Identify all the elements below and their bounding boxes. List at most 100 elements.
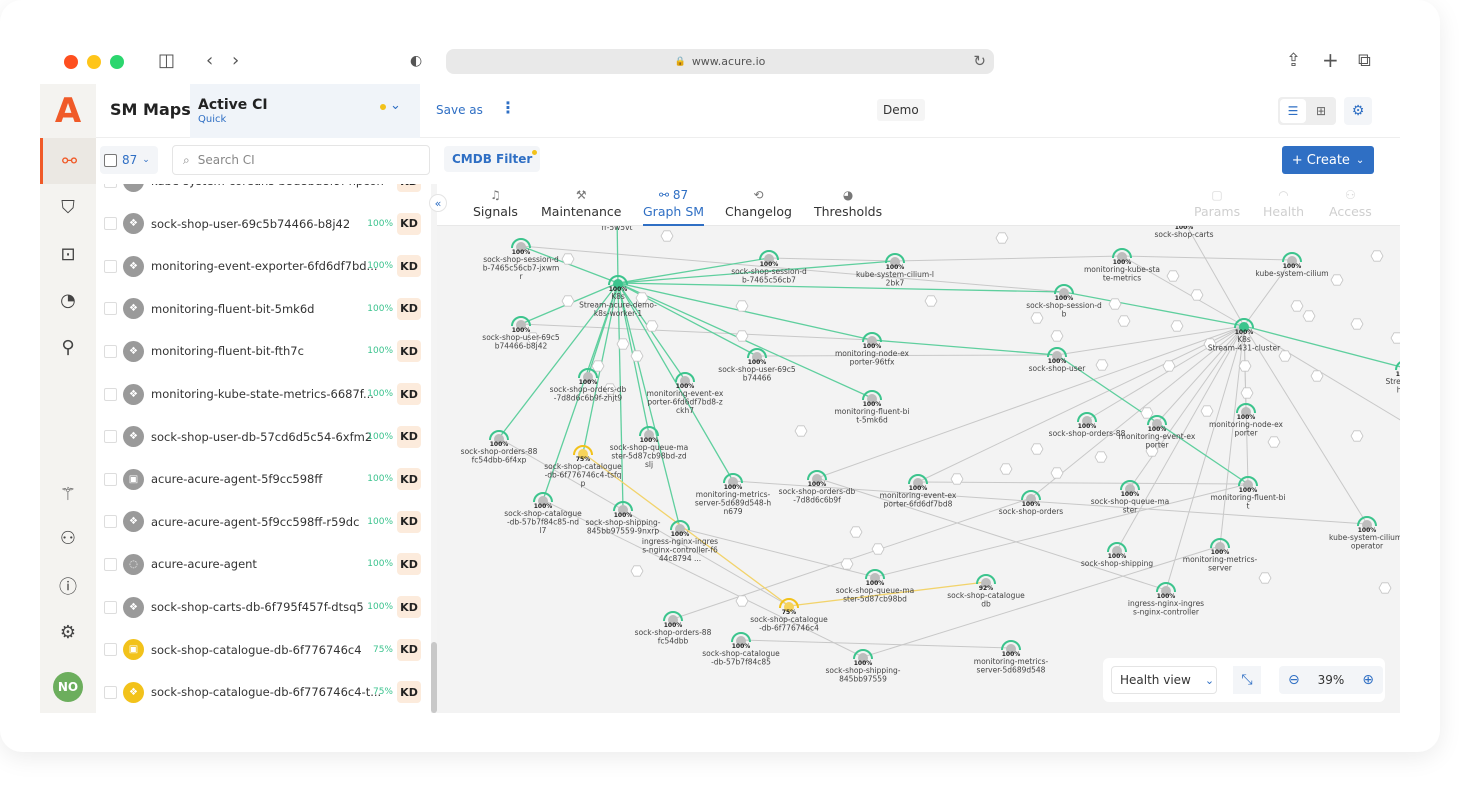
row-checkbox[interactable] xyxy=(104,259,117,273)
edge-junction-node[interactable] xyxy=(794,425,808,437)
graph-node[interactable]: 100%kube-system-cilium-l2bk7 xyxy=(856,253,934,288)
nav-funnel-icon[interactable]: ⛉ xyxy=(40,184,96,230)
edge-junction-node[interactable] xyxy=(840,558,854,570)
nav-signpost-icon[interactable]: ⚲ xyxy=(40,324,96,370)
row-checkbox[interactable] xyxy=(104,472,117,486)
edge-junction-node[interactable] xyxy=(1095,359,1109,371)
graph-node[interactable]: 100%sock-shop-orders-88fc54dbb-6f4xp xyxy=(461,430,538,465)
select-all-checkbox[interactable] xyxy=(104,153,117,167)
graph-node[interactable]: 100%K8sStream-431-cluster xyxy=(1208,318,1281,353)
edge-junction-node[interactable] xyxy=(1094,451,1108,463)
row-checkbox[interactable] xyxy=(104,600,117,614)
edge-junction-node[interactable] xyxy=(660,230,674,242)
edge-junction-node[interactable] xyxy=(1117,315,1131,327)
graph-node[interactable]: 75%sock-shop-catalogue-db-6f776746c4 xyxy=(750,598,828,633)
row-checkbox[interactable] xyxy=(104,387,117,401)
address-bar[interactable]: 🔒 www.acure.io ↻ xyxy=(446,49,994,74)
edge-junction-node[interactable] xyxy=(561,295,575,307)
tabs-overview-icon[interactable]: ⧉ xyxy=(1358,50,1371,71)
tab-maintenance[interactable]: ⚒ Maintenance xyxy=(541,188,622,219)
edge-junction-node[interactable] xyxy=(1200,405,1214,417)
edge-junction-node[interactable] xyxy=(1290,300,1304,312)
nav-dashboard-icon[interactable]: ⊡ xyxy=(40,231,96,277)
new-tab-icon[interactable]: + xyxy=(1322,48,1339,72)
ci-list-item[interactable]: ❖ sock-shop-user-69c5b74466-b8j42 100% KD xyxy=(96,203,431,245)
tab-changelog[interactable]: ⟲ Changelog xyxy=(725,188,792,219)
share-icon[interactable]: ⇪ xyxy=(1286,50,1301,71)
row-checkbox[interactable] xyxy=(104,685,117,699)
edge-junction-node[interactable] xyxy=(1162,360,1176,372)
edge-junction-node[interactable] xyxy=(1240,387,1254,399)
edge-junction-node[interactable] xyxy=(630,350,644,362)
edge-junction-node[interactable] xyxy=(591,360,605,372)
graph-node[interactable]: 100%monitoring-metrics-server-5d689d548-… xyxy=(695,473,772,516)
graph-svg[interactable]: 100%K8sStream-acure-demo-k8s-worker-1100… xyxy=(437,226,1400,713)
graph-node[interactable]: 100%kube-system-cilium xyxy=(1255,252,1329,278)
close-window-button[interactable] xyxy=(64,55,78,69)
edge-junction-node[interactable] xyxy=(1050,330,1064,342)
zoom-out-icon[interactable]: ⊖ xyxy=(1288,672,1300,688)
tab-health[interactable]: ◠ Health xyxy=(1263,188,1304,219)
graph-node[interactable]: 100%sock-shop-orders-88 xyxy=(1049,412,1126,438)
ci-list-item[interactable]: ❖ monitoring-kube-state-metrics-6687f... 1… xyxy=(96,373,431,415)
create-button[interactable]: + Create ⌄ xyxy=(1282,146,1374,174)
graph-node[interactable]: 100%sock-shop-catalogue-db-57b7f84c85-nd… xyxy=(504,492,582,535)
row-checkbox[interactable] xyxy=(104,217,117,231)
graph-node[interactable]: 100%sock-shop-carts xyxy=(1154,226,1214,239)
graph-node[interactable]: 100%monitoring-event-exporter-6fd6df7bd8 xyxy=(880,474,957,509)
row-checkbox[interactable] xyxy=(104,302,117,316)
graph-node[interactable]: 100%monitoring-kube-state-metrics xyxy=(1084,248,1160,283)
service-map-canvas[interactable]: 100% K8s Stream-acure-demo-k8s-worker-1 100… xyxy=(437,226,1400,713)
graph-node[interactable]: 100%monitoring-node-exporter-96tfx xyxy=(835,332,910,367)
graph-node[interactable]: 100%sock-shop-orders xyxy=(999,490,1064,516)
edge-junction-node[interactable] xyxy=(1166,270,1180,282)
edge-junction-node[interactable] xyxy=(1330,274,1344,286)
ci-list-item[interactable]: ❖ monitoring-event-exporter-6fd6df7bd... 1… xyxy=(96,245,431,287)
ci-list-item[interactable]: ❖ sock-shop-carts-db-6f795f457f-dtsq5 100%… xyxy=(96,586,431,628)
graph-node[interactable]: 100%ingress-nginx-ingress-nginx-controll… xyxy=(1128,582,1204,617)
reload-icon[interactable]: ↻ xyxy=(973,52,986,70)
edge-junction-node[interactable] xyxy=(735,330,749,342)
graph-node[interactable]: 100%sock-shop-orders-db-7d8d6c6b9f-zhjt9 xyxy=(550,368,627,403)
edge-junction-node[interactable] xyxy=(1190,289,1204,301)
edge-junction-node[interactable] xyxy=(950,473,964,485)
edge-junction-node[interactable] xyxy=(630,565,644,577)
graph-node[interactable]: 100%monitoring-fluent-bit xyxy=(1211,476,1286,511)
nav-team-icon[interactable]: ⚇ xyxy=(40,515,96,561)
graph-node[interactable]: 100%sock-shop-orders-db-7d8d6c6b9f xyxy=(779,470,856,505)
edge-junction-node[interactable] xyxy=(1370,250,1384,262)
edge-junction-node[interactable] xyxy=(849,526,863,538)
edge-junction-node[interactable] xyxy=(645,320,659,332)
nav-graph-icon[interactable]: ⚯ xyxy=(40,138,96,184)
graph-node[interactable]: 100%monitoring-node-exporter xyxy=(1209,403,1284,438)
ci-list-item[interactable]: ▣ sock-shop-catalogue-db-6f776746c4 75% KD xyxy=(96,629,431,671)
graph-node[interactable]: 100%sock-shop-session-db-7465c56cb7-jxwm… xyxy=(483,238,560,281)
row-checkbox[interactable] xyxy=(104,184,117,188)
collapse-panel-icon[interactable]: « xyxy=(429,194,447,212)
minimize-window-button[interactable] xyxy=(87,55,101,69)
graph-node[interactable]: 100%sock-shop-shipping-845bb97559-9nxrp xyxy=(586,501,661,536)
edge-junction-node[interactable] xyxy=(871,543,885,555)
edge-junction-node[interactable] xyxy=(1170,320,1184,332)
user-avatar[interactable]: NO xyxy=(53,672,83,702)
nav-settings-icon[interactable]: ⚙ xyxy=(40,609,96,655)
edge-junction-node[interactable] xyxy=(995,232,1009,244)
graph-node[interactable]: 100%sock-shop-queue-master-5d87cb98bd xyxy=(836,569,915,604)
ci-list-item[interactable]: ❖ kube-system-coredns-b8d8bd8f9f-hpcoh100… xyxy=(96,184,431,202)
graph-node[interactable]: ff-5w5vt xyxy=(602,226,633,232)
row-checkbox[interactable] xyxy=(104,557,117,571)
tab-graph-sm[interactable]: ⚯ 87 Graph SM xyxy=(643,188,705,226)
graph-node[interactable]: 92%sock-shop-cataloguedb xyxy=(947,574,1025,609)
ci-list-item[interactable]: ◌ acure-acure-agent 100% KD xyxy=(96,543,431,585)
row-checkbox[interactable] xyxy=(104,643,117,657)
view-mode-select[interactable]: Health view ⌄ xyxy=(1111,666,1217,694)
edge-junction-node[interactable] xyxy=(735,300,749,312)
settings-icon[interactable]: ⚙ xyxy=(1344,97,1372,125)
graph-node[interactable]: 100%monitoring-metrics-server xyxy=(1183,538,1258,573)
edge-junction-node[interactable] xyxy=(1238,360,1252,372)
fit-to-screen-icon[interactable]: ⤡ xyxy=(1233,666,1261,694)
edge-junction-node[interactable] xyxy=(1050,467,1064,479)
row-checkbox[interactable] xyxy=(104,344,117,358)
tab-signals[interactable]: ♫ Signals xyxy=(473,188,518,219)
tab-thresholds[interactable]: ◕ Thresholds xyxy=(814,188,882,219)
